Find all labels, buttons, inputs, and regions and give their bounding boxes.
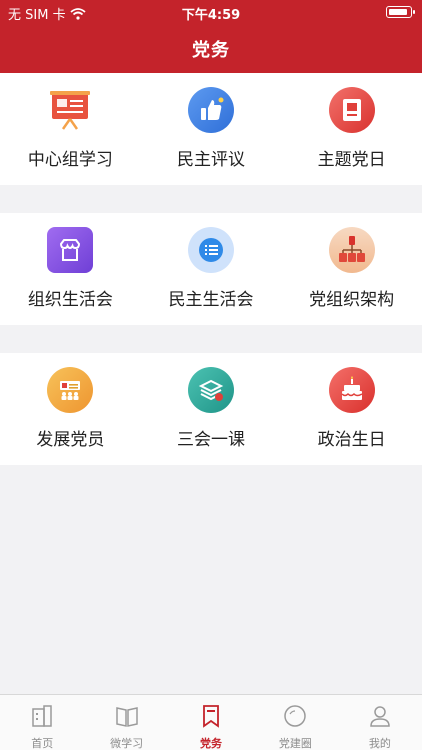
feature-organization-life-meeting[interactable]: 组织生活会 [0,213,141,325]
thumbs-up-icon [187,87,234,133]
battery-icon [386,6,415,18]
bottom-tab-bar: 首页 微学习 党务 党建圈 我的 [0,694,422,750]
party-members-icon [47,367,94,413]
tab-party-affairs[interactable]: 党务 [169,695,253,750]
tab-mine[interactable]: 我的 [338,695,422,750]
feature-label: 民主评议 [176,150,245,170]
feature-democratic-evaluation[interactable]: 民主评议 [141,73,282,185]
book-stack-icon [187,367,234,413]
feature-label: 中心组学习 [27,150,113,170]
feature-label: 党组织架构 [309,290,395,310]
chat-list-icon [187,227,234,273]
status-time: 下午4:59 [181,8,241,23]
feature-party-org-structure[interactable]: 党组织架构 [281,213,422,325]
feature-label: 主题党日 [317,150,386,170]
bookmark-icon [203,705,219,728]
feature-three-meetings-one-lesson[interactable]: 三会一课 [141,353,282,465]
birthday-cake-icon [328,367,375,413]
tab-micro-learning[interactable]: 微学习 [84,695,168,750]
open-book-icon [115,707,138,727]
feature-label: 政治生日 [317,430,386,450]
tab-label: 党务 [200,737,223,750]
feature-section-2: 组织生活会 民主生活会 党组织架构 [0,213,422,325]
page-title: 党务 [192,40,230,61]
feature-theme-party-day[interactable]: 主题党日 [281,73,422,185]
user-icon [370,706,390,727]
tab-label: 微学习 [110,737,144,750]
status-bar: 无 SIM 卡 下午4:59 [0,0,422,24]
feature-label: 三会一课 [176,430,245,450]
shop-icon [47,227,94,273]
feature-label: 发展党员 [36,430,105,450]
feature-label: 组织生活会 [27,290,113,310]
tab-label: 党建圈 [278,737,312,750]
party-document-icon [328,87,375,133]
building-icon [32,705,52,727]
feature-section-3: 发展党员 三会一课 政治生日 [0,353,422,465]
feature-political-birthday[interactable]: 政治生日 [281,353,422,465]
tab-home[interactable]: 首页 [0,695,84,750]
feature-develop-members[interactable]: 发展党员 [0,353,141,465]
circle-icon [284,705,307,727]
feature-central-group-study[interactable]: 中心组学习 [0,73,141,185]
org-structure-icon [328,227,375,273]
tab-label: 我的 [368,737,391,750]
presentation-board-icon [47,87,93,133]
feature-label: 民主生活会 [168,290,254,310]
top-bar: 无 SIM 卡 下午4:59 党务 [0,0,422,73]
feature-democratic-life-meeting[interactable]: 民主生活会 [141,213,282,325]
tab-party-circle[interactable]: 党建圈 [253,695,337,750]
tab-label: 首页 [31,737,54,750]
feature-section-1: 中心组学习 民主评议 主题党日 [0,73,422,185]
